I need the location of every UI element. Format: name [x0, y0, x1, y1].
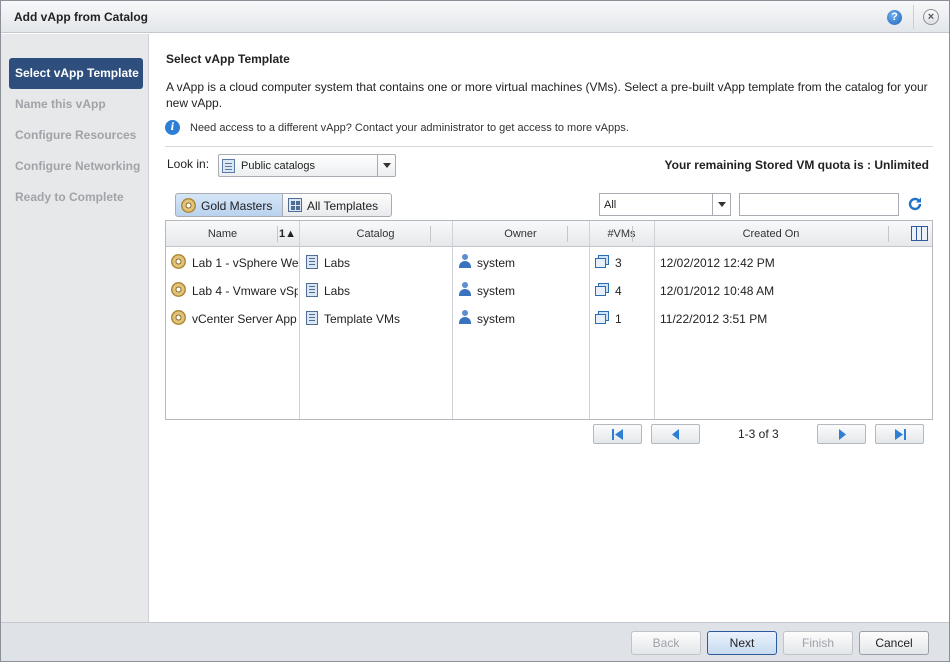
help-icon[interactable]: ? [887, 10, 902, 25]
catalog-icon [306, 283, 318, 297]
cell-owner: system [477, 256, 516, 270]
cell-catalog: Template VMs [324, 312, 401, 326]
header-divider [632, 226, 633, 242]
divider [165, 146, 933, 147]
cell-owner: system [477, 284, 516, 298]
header-divider [277, 226, 278, 242]
stored-vm-quota: Your remaining Stored VM quota is : Unli… [664, 158, 929, 172]
dropdown-arrow-icon[interactable] [712, 194, 730, 215]
cell-vms: 1 [615, 312, 622, 326]
look-in-value: Public catalogs [241, 160, 315, 172]
column-picker-icon[interactable] [911, 226, 928, 241]
add-vapp-dialog: Add vApp from Catalog ? × Select vApp Te… [0, 0, 950, 662]
main-panel: Select vApp Template A vApp is a cloud c… [150, 34, 949, 622]
table-row[interactable]: Lab 4 - Vmware vSp Labs system 4 12/01/2… [166, 276, 932, 304]
finish-button[interactable]: Finish [783, 631, 853, 655]
column-header-vms[interactable]: #VMs [589, 228, 654, 240]
user-icon [459, 310, 471, 325]
info-message: Need access to a different vApp? Contact… [190, 122, 629, 134]
cell-catalog: Labs [324, 284, 351, 298]
cell-name: Lab 4 - Vmware vSp [192, 284, 298, 298]
title-bar: Add vApp from Catalog ? × [1, 1, 949, 33]
gold-master-icon [171, 310, 186, 325]
gold-master-icon [171, 254, 186, 269]
sort-indicator[interactable]: 1▲ [279, 228, 296, 240]
tab-all-templates-label: All Templates [307, 199, 379, 213]
gold-master-icon [171, 282, 186, 297]
prev-page-icon [672, 429, 679, 440]
step-ready-to-complete: Ready to Complete [15, 190, 124, 204]
cell-created-on: 11/22/2012 3:51 PM [660, 312, 768, 326]
page-title: Select vApp Template [166, 52, 290, 66]
catalog-icon [306, 311, 318, 325]
step-configure-resources: Configure Resources [15, 128, 137, 142]
cell-created-on: 12/02/2012 12:42 PM [660, 256, 775, 270]
step-select-vapp-template[interactable]: Select vApp Template [9, 58, 143, 89]
header-divider [888, 226, 889, 242]
title-bar-divider [913, 5, 914, 29]
tab-gold-masters[interactable]: Gold Masters [175, 193, 283, 217]
look-in-label: Look in: [167, 157, 210, 171]
vm-icon [595, 311, 609, 324]
back-button[interactable]: Back [631, 631, 701, 655]
tab-gold-masters-label: Gold Masters [201, 199, 273, 213]
wizard-footer: Back Next Finish Cancel [1, 622, 949, 661]
cell-created-on: 12/01/2012 10:48 AM [660, 284, 775, 298]
first-page-button[interactable] [593, 424, 642, 444]
refresh-icon[interactable] [907, 196, 923, 212]
cell-catalog: Labs [324, 256, 351, 270]
search-input[interactable] [739, 193, 899, 216]
cell-name: Lab 1 - vSphere We [192, 256, 298, 270]
last-page-button[interactable] [875, 424, 924, 444]
sort-ascending-icon: ▲ [285, 228, 297, 240]
column-header-name[interactable]: Name [166, 228, 279, 240]
filter-value: All [604, 199, 617, 211]
step-configure-networking: Configure Networking [15, 159, 141, 173]
step-name-this-vapp: Name this vApp [15, 97, 106, 111]
dialog-title: Add vApp from Catalog [14, 10, 148, 24]
header-divider [567, 226, 568, 242]
last-page-icon [895, 429, 906, 440]
dropdown-arrow-icon[interactable] [377, 155, 395, 176]
pagination-status: 1-3 of 3 [738, 427, 779, 441]
cancel-button[interactable]: Cancel [859, 631, 929, 655]
table-row[interactable]: Lab 1 - vSphere We Labs system 3 12/02/2… [166, 248, 932, 276]
previous-page-button[interactable] [651, 424, 700, 444]
header-divider [430, 226, 431, 242]
user-icon [459, 254, 471, 269]
next-page-button[interactable] [817, 424, 866, 444]
tab-all-templates[interactable]: All Templates [282, 193, 392, 217]
cell-name: vCenter Server App [192, 312, 297, 326]
column-header-owner[interactable]: Owner [452, 228, 589, 240]
catalog-icon [222, 159, 235, 173]
gold-master-icon [181, 198, 196, 213]
vm-icon [595, 255, 609, 268]
wizard-steps: Select vApp Template Name this vApp Conf… [1, 34, 149, 622]
template-icon [288, 198, 302, 212]
filter-select[interactable]: All [599, 193, 731, 216]
table-header: Name 1▲ Catalog Owner #VMs Created On [166, 221, 932, 247]
column-header-created-on[interactable]: Created On [654, 228, 888, 240]
info-icon: i [165, 120, 180, 135]
cell-vms: 4 [615, 284, 622, 298]
first-page-icon [612, 429, 623, 440]
cell-owner: system [477, 312, 516, 326]
table-row[interactable]: vCenter Server App Template VMs system 1… [166, 304, 932, 332]
user-icon [459, 282, 471, 297]
vm-icon [595, 283, 609, 296]
next-button[interactable]: Next [707, 631, 777, 655]
next-page-icon [839, 429, 846, 440]
catalog-icon [306, 255, 318, 269]
vapp-template-table: Name 1▲ Catalog Owner #VMs Created On La… [165, 220, 933, 420]
page-description: A vApp is a cloud computer system that c… [166, 80, 928, 110]
look-in-select[interactable]: Public catalogs [218, 154, 396, 177]
cell-vms: 3 [615, 256, 622, 270]
close-icon[interactable]: × [923, 9, 939, 25]
